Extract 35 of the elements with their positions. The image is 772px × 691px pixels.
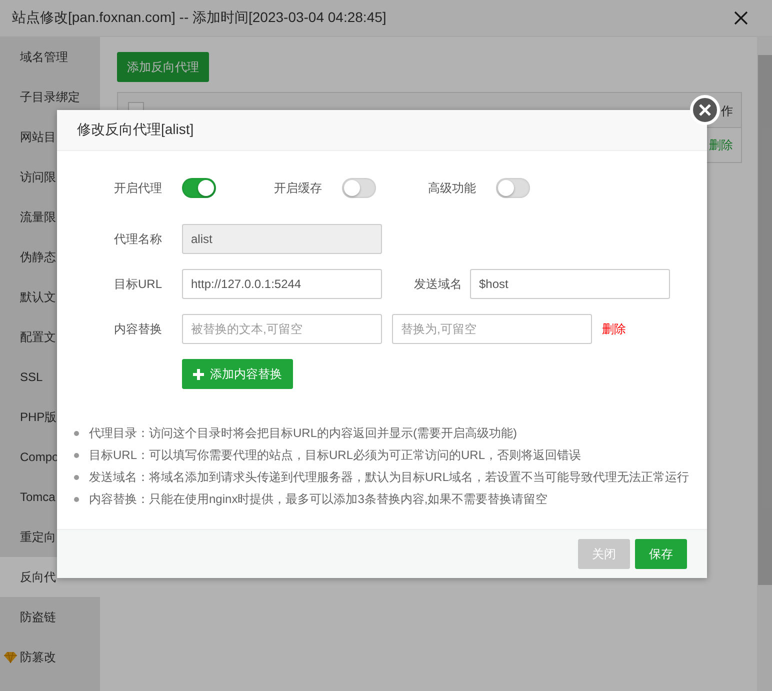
toggle-label: 开启缓存 bbox=[274, 180, 322, 196]
bullet-icon bbox=[74, 496, 79, 502]
bullet-icon bbox=[74, 452, 79, 458]
replace-from-field[interactable]: 被替换的文本,可留空 bbox=[182, 314, 382, 344]
delete-link[interactable]: 删除 bbox=[602, 320, 626, 338]
send-domain-field[interactable]: $host bbox=[470, 269, 670, 299]
help-text: 代理目录：访问这个目录时将会把目标URL的内容返回并显示(需要开启高级功能) bbox=[89, 425, 517, 442]
toggle-switch[interactable] bbox=[496, 178, 530, 198]
plus-icon bbox=[193, 368, 204, 380]
bullet-icon bbox=[74, 474, 79, 480]
toggle-switch[interactable] bbox=[342, 178, 376, 198]
window-title: 站点修改[pan.foxnan.com] -- 添加时间[2023-03-04 04:28:45] bbox=[12, 9, 386, 27]
sidebar-item[interactable]: 防篡改 bbox=[0, 637, 100, 677]
replace-to-field[interactable]: 替换为,可留空 bbox=[392, 314, 592, 344]
toggle-label: 高级功能 bbox=[428, 180, 476, 196]
help-text: 目标URL：可以填写你需要代理的站点，目标URL必须为可正常访问的URL，否则将返回错误 bbox=[89, 447, 582, 464]
target-url-field[interactable]: http://127.0.0.1:5244 bbox=[182, 269, 382, 299]
toggle-switch[interactable] bbox=[182, 178, 216, 198]
help-text: 内容替换：只能在使用nginx时提供，最多可以添加3条替换内容,如果不需要替换请留空 bbox=[89, 491, 548, 508]
field-label: 代理名称 bbox=[113, 230, 162, 248]
field-label: 内容替换 bbox=[113, 320, 162, 338]
add-replace-button[interactable]: 添加内容替换 bbox=[182, 359, 293, 389]
help-text: 发送域名：将域名添加到请求头传递到代理服务器，默认为目标URL域名，若设置不当可能导致代理无法正常运行 bbox=[89, 469, 690, 486]
sidebar-item[interactable]: 子目录绑定 bbox=[0, 77, 100, 117]
sidebar-item[interactable]: 防盗链 bbox=[0, 597, 100, 637]
field-label: 目标URL bbox=[112, 276, 162, 292]
sidebar-item[interactable]: 域名管理 bbox=[0, 37, 100, 77]
toggle-label: 开启代理 bbox=[113, 180, 162, 196]
close-icon[interactable] bbox=[734, 11, 748, 25]
scrollbar[interactable] bbox=[757, 37, 772, 691]
save-button[interactable]: 保存 bbox=[635, 539, 687, 569]
dialog-title: 修改反向代理[alist] bbox=[77, 121, 194, 139]
field-label: 发送域名 bbox=[413, 276, 463, 292]
bullet-icon bbox=[74, 430, 79, 436]
column-header: 作 bbox=[721, 103, 733, 120]
